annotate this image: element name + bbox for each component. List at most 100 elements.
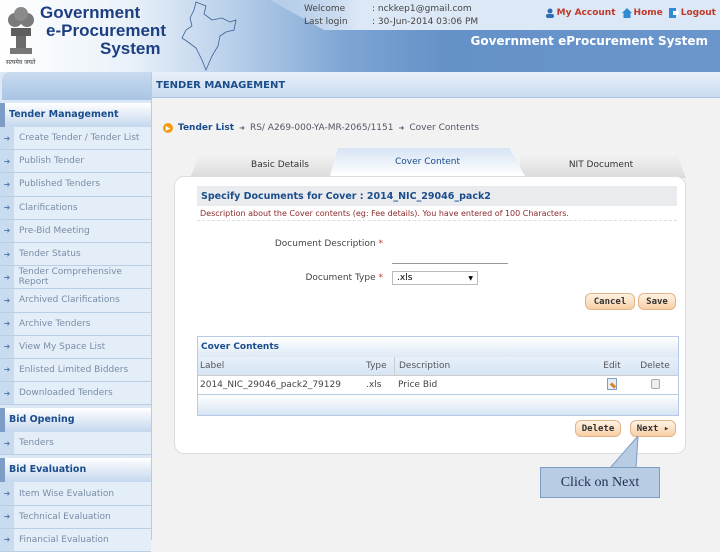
sidebar-item-label: Downloaded Tenders <box>19 388 113 399</box>
system-title: Government eProcurement System <box>470 34 708 48</box>
sidebar-item-label: Create Tender / Tender List <box>19 133 140 144</box>
arrow-right-icon: ➜ <box>0 335 14 358</box>
my-account-link[interactable]: My Account <box>545 8 616 18</box>
sidebar-item-publish-tender[interactable]: ➜ Publish Tender <box>0 150 151 174</box>
india-map-icon <box>181 1 237 72</box>
sidebar-item-archive-tenders[interactable]: ➜ Archive Tenders <box>0 312 151 336</box>
breadcrumb-arrow-icon: ▶ <box>163 123 173 133</box>
last-login-label: Last login <box>304 17 348 27</box>
section-title: TENDER MANAGEMENT <box>156 80 286 91</box>
sidebar-item-published-tenders[interactable]: ➜ Published Tenders <box>0 173 151 197</box>
sidebar-item-view-my-space-list[interactable]: ➜ View My Space List <box>0 335 151 359</box>
sidebar-item-label: Archived Clarifications <box>19 295 120 306</box>
table-title: Cover Contents <box>198 337 678 357</box>
sidebar-item-label: Tender Comprehensive Report <box>18 267 122 288</box>
chevron-down-icon: ▼ <box>468 274 473 282</box>
sidebar-item-financial-evaluation[interactable]: ➜ Financial Evaluation <box>0 528 151 552</box>
arrow-right-icon: ➜ <box>0 358 14 382</box>
breadcrumb-tender-id: RS/ A269-000-YA-MR-2065/1151 <box>249 123 394 133</box>
arrow-right-icon: ➜ <box>0 382 14 405</box>
sidebar-item-label: Publish Tender <box>19 156 85 167</box>
arrow-right-icon: ➜ <box>0 173 14 196</box>
logo-line-3: System <box>100 39 161 58</box>
arrow-right-icon: ➜ <box>0 127 14 150</box>
arrow-right-icon: ➜ <box>0 505 14 528</box>
doc-description-label-text: Document Description <box>274 239 376 249</box>
table-row: 2014_NIC_29046_pack2_79129 .xls Price Bi… <box>198 376 678 395</box>
form-heading: Specify Documents for Cover : 2014_NIC_2… <box>197 186 677 206</box>
required-mark: * <box>378 239 384 249</box>
cancel-button[interactable]: Cancel <box>585 293 635 310</box>
cover-contents-table: Cover Contents Label Type Description Ed… <box>197 336 679 416</box>
cell-type: .xls <box>366 380 382 390</box>
my-account-label: My Account <box>556 8 616 18</box>
sidebar-item-item-wise-evaluation[interactable]: ➜ Item Wise Evaluation <box>0 482 151 506</box>
sidebar-item-technical-evaluation[interactable]: ➜ Technical Evaluation <box>0 505 151 529</box>
sidebar-group-bid-evaluation[interactable]: Bid Evaluation <box>0 458 151 483</box>
home-label: Home <box>633 8 663 18</box>
cell-description: Price Bid <box>398 380 438 390</box>
tab-cover-content[interactable]: Cover Content <box>330 148 525 176</box>
doc-description-input[interactable] <box>392 240 508 264</box>
required-mark: * <box>378 273 384 283</box>
sidebar-item-tender-status[interactable]: ➜ Tender Status <box>0 242 151 267</box>
user-info: Welcome: nckkep1@gmail.com Last login: 3… <box>304 3 478 29</box>
sidebar-item-pre-bid-meeting[interactable]: ➜ Pre-Bid Meeting <box>0 219 151 243</box>
sidebar-item-clarifications[interactable]: ➜ Clarifications <box>0 196 151 220</box>
logout-icon <box>668 8 679 18</box>
edit-icon[interactable] <box>607 377 617 390</box>
sidebar-item-label: Technical Evaluation <box>19 511 111 522</box>
delete-checkbox[interactable] <box>650 378 660 389</box>
cell-label: 2014_NIC_29046_pack2_79129 <box>200 380 341 390</box>
sidebar-item-tender-comprehensive-report[interactable]: ➜ Tender Comprehensive Report <box>0 266 151 290</box>
user-icon <box>545 8 554 18</box>
logout-label: Logout <box>680 8 716 18</box>
sidebar-item-archived-clarifications[interactable]: ➜ Archived Clarifications <box>0 289 151 313</box>
national-emblem-icon <box>8 7 34 54</box>
sidebar-item-label: Tender Status <box>19 249 81 260</box>
sidebar-item-tenders[interactable]: ➜ Tenders <box>0 432 151 456</box>
section-header: TENDER MANAGEMENT <box>152 72 720 98</box>
breadcrumb-separator-icon: ➜ <box>239 124 245 132</box>
logo-line-2: e-Procurement <box>46 21 166 40</box>
doc-type-select[interactable]: .xls ▼ <box>392 271 478 285</box>
tab-nit-document[interactable]: NIT Document <box>516 152 686 178</box>
cell-edit <box>590 377 634 393</box>
sidebar-top <box>2 72 151 100</box>
sidebar-item-label: Published Tenders <box>19 179 101 190</box>
arrow-right-icon: ➜ <box>0 289 14 312</box>
home-link[interactable]: Home <box>621 8 663 18</box>
tab-bar: Basic Details NIT Document Cover Content <box>190 148 695 178</box>
logout-link[interactable]: Logout <box>668 8 716 18</box>
arrow-right-icon: ➜ <box>0 219 14 242</box>
arrow-right-icon: ➜ <box>0 312 14 335</box>
next-button[interactable]: Next ▸ <box>630 420 676 437</box>
sidebar-group-bid-opening[interactable]: Bid Opening <box>0 408 151 433</box>
save-button[interactable]: Save <box>638 293 676 310</box>
table-footer <box>198 395 678 415</box>
arrow-right-icon: ➜ <box>0 482 14 505</box>
cell-delete <box>634 378 676 392</box>
breadcrumb: ▶ Tender List ➜ RS/ A269-000-YA-MR-2065/… <box>163 123 479 133</box>
sidebar-item-label: View My Space List <box>19 341 106 352</box>
sidebar-group-tender-management[interactable]: Tender Management <box>0 103 151 127</box>
doc-type-value: .xls <box>397 273 413 283</box>
sidebar-item-downloaded-tenders[interactable]: ➜ Downloaded Tenders <box>0 382 151 406</box>
breadcrumb-tender-list[interactable]: Tender List <box>178 123 234 133</box>
arrow-right-icon: ➜ <box>0 432 14 455</box>
col-type: Type <box>366 361 387 371</box>
sidebar-item-label: Pre-Bid Meeting <box>19 225 90 236</box>
sidebar-item-enlisted-limited-bidders[interactable]: ➜ Enlisted Limited Bidders <box>0 358 151 383</box>
sidebar-item-label: Tenders <box>19 438 54 449</box>
app-header: सत्यमेव जयते Government e-Procurement Sy… <box>0 0 720 72</box>
arrow-right-icon: ➜ <box>0 266 14 289</box>
delete-button[interactable]: Delete <box>575 420 621 437</box>
sidebar-item-label: Clarifications <box>19 202 78 213</box>
col-edit: Edit <box>603 361 621 371</box>
sidebar-item-label: Item Wise Evaluation <box>19 488 115 499</box>
sidebar-item-create-tender[interactable]: ➜ Create Tender / Tender List <box>0 127 151 151</box>
doc-type-label-text: Document Type <box>305 273 376 283</box>
col-description: Description <box>394 357 590 375</box>
emblem-caption: सत्यमेव जयते <box>6 59 36 66</box>
welcome-value: : nckkep1@gmail.com <box>372 4 472 14</box>
